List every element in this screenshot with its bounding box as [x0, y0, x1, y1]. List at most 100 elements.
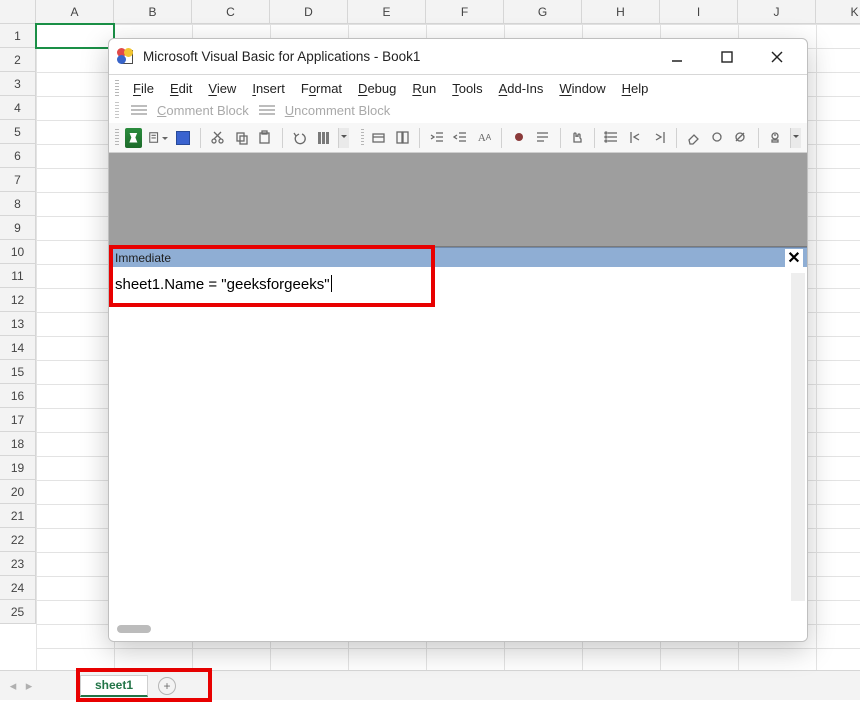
- close-button[interactable]: [763, 43, 791, 71]
- breakpoint-button[interactable]: [510, 128, 528, 148]
- add-sheet-button[interactable]: +: [158, 677, 176, 695]
- maximize-button[interactable]: [713, 43, 741, 71]
- column-header[interactable]: C: [192, 0, 270, 24]
- row-header[interactable]: 18: [0, 432, 36, 456]
- row-header[interactable]: 15: [0, 360, 36, 384]
- toolbar-grip[interactable]: [115, 129, 119, 147]
- menubar-grip[interactable]: [115, 80, 119, 96]
- comment-toolbar-grip[interactable]: [115, 102, 119, 118]
- row-header[interactable]: 5: [0, 120, 36, 144]
- row-header[interactable]: 16: [0, 384, 36, 408]
- row-header[interactable]: 23: [0, 552, 36, 576]
- column-header[interactable]: K: [816, 0, 860, 24]
- indent-button[interactable]: [428, 128, 446, 148]
- sheet-nav-prev-icon[interactable]: ◂: [6, 678, 20, 694]
- toolbar-overflow[interactable]: [338, 128, 349, 148]
- hand-button[interactable]: [568, 128, 586, 148]
- menu-file[interactable]: File: [127, 79, 160, 98]
- row-header[interactable]: 1: [0, 24, 36, 48]
- column-header[interactable]: I: [660, 0, 738, 24]
- row-header[interactable]: 4: [0, 96, 36, 120]
- undo-button[interactable]: [291, 128, 309, 148]
- row-header[interactable]: 20: [0, 480, 36, 504]
- clear-breakpoints-button[interactable]: [732, 128, 750, 148]
- design-mode-button[interactable]: [370, 128, 388, 148]
- toolbar-overflow-2[interactable]: [790, 128, 801, 148]
- row-header[interactable]: 19: [0, 456, 36, 480]
- menu-tools[interactable]: Tools: [446, 79, 488, 98]
- menu-debug[interactable]: Debug: [352, 79, 402, 98]
- column-header[interactable]: B: [114, 0, 192, 24]
- row-header[interactable]: 13: [0, 312, 36, 336]
- project-explorer-button[interactable]: [394, 128, 412, 148]
- row-header[interactable]: 22: [0, 528, 36, 552]
- toolbar-grip-2[interactable]: [361, 129, 365, 147]
- menu-format[interactable]: Format: [295, 79, 348, 98]
- menu-run[interactable]: Run: [406, 79, 442, 98]
- step-left-button[interactable]: [627, 128, 645, 148]
- row-header[interactable]: 8: [0, 192, 36, 216]
- menu-window[interactable]: Window: [553, 79, 611, 98]
- immediate-window[interactable]: sheet1.Name = "geeksforgeeks": [109, 267, 807, 641]
- comment-block-button[interactable]: Comment Block: [157, 103, 249, 118]
- menu-view[interactable]: View: [202, 79, 242, 98]
- row-header[interactable]: 3: [0, 72, 36, 96]
- insert-module-button[interactable]: [148, 128, 168, 148]
- uncomment-block-button[interactable]: Uncomment Block: [285, 103, 390, 118]
- immediate-scrollbar-v[interactable]: [791, 273, 805, 601]
- column-header[interactable]: J: [738, 0, 816, 24]
- outdent-button[interactable]: [452, 128, 470, 148]
- row-header[interactable]: 21: [0, 504, 36, 528]
- next-bookmark-button[interactable]: [534, 128, 552, 148]
- eraser-button[interactable]: [685, 128, 703, 148]
- immediate-code-text: sheet1.Name = "geeksforgeeks": [115, 276, 330, 293]
- row-header[interactable]: 10: [0, 240, 36, 264]
- view-excel-button[interactable]: [125, 128, 143, 148]
- copy-button[interactable]: [232, 128, 250, 148]
- list-button[interactable]: [603, 128, 621, 148]
- mdi-client-area[interactable]: [109, 153, 807, 247]
- immediate-window-titlebar[interactable]: Immediate ✕: [109, 247, 807, 267]
- minimize-button[interactable]: [663, 43, 691, 71]
- cut-button[interactable]: [209, 128, 227, 148]
- column-header[interactable]: F: [426, 0, 504, 24]
- row-header[interactable]: 14: [0, 336, 36, 360]
- immediate-scrollbar-h-thumb[interactable]: [117, 625, 151, 633]
- active-cell[interactable]: [36, 24, 114, 48]
- column-header[interactable]: D: [270, 0, 348, 24]
- column-header[interactable]: E: [348, 0, 426, 24]
- row-header[interactable]: 25: [0, 600, 36, 624]
- watch-button[interactable]: [767, 128, 785, 148]
- step-right-button[interactable]: [650, 128, 668, 148]
- row-header[interactable]: 2: [0, 48, 36, 72]
- row-header[interactable]: 11: [0, 264, 36, 288]
- column-header[interactable]: A: [36, 0, 114, 24]
- titlebar[interactable]: Microsoft Visual Basic for Applications …: [109, 39, 807, 75]
- column-header[interactable]: G: [504, 0, 582, 24]
- save-button[interactable]: [174, 128, 192, 148]
- menu-addins[interactable]: Add-Ins: [493, 79, 550, 98]
- row-header[interactable]: 12: [0, 288, 36, 312]
- paste-button[interactable]: [256, 128, 274, 148]
- column-header[interactable]: H: [582, 0, 660, 24]
- menu-insert[interactable]: Insert: [246, 79, 291, 98]
- sheet-nav-next-icon[interactable]: ▸: [22, 678, 36, 694]
- row-header[interactable]: 9: [0, 216, 36, 240]
- breakpoint-toggle-button[interactable]: [708, 128, 726, 148]
- font-size-button[interactable]: AA: [476, 128, 494, 148]
- sheet-nav[interactable]: ◂ ▸: [6, 678, 36, 694]
- sheet-tab-sheet1[interactable]: sheet1: [80, 675, 148, 697]
- immediate-input[interactable]: sheet1.Name = "geeksforgeeks": [115, 275, 332, 294]
- row-header[interactable]: 7: [0, 168, 36, 192]
- toggle-bookmark-button[interactable]: [314, 128, 332, 148]
- menu-edit[interactable]: Edit: [164, 79, 198, 98]
- immediate-close-button[interactable]: ✕: [785, 249, 803, 267]
- select-all-corner[interactable]: [0, 0, 36, 24]
- text-cursor: [331, 275, 332, 292]
- row-header[interactable]: 6: [0, 144, 36, 168]
- menu-help[interactable]: Help: [616, 79, 655, 98]
- immediate-window-title: Immediate: [115, 251, 171, 265]
- row-header[interactable]: 24: [0, 576, 36, 600]
- sheet-tab-bar: ◂ ▸ sheet1 +: [0, 670, 860, 700]
- row-header[interactable]: 17: [0, 408, 36, 432]
